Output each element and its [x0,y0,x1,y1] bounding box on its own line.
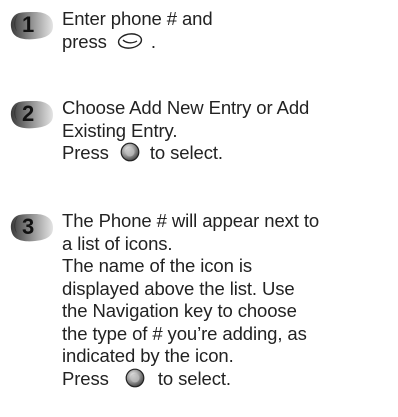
step-line: Enter phone # and [62,8,213,29]
step-line-prefix: Press [62,367,109,389]
step-line: the Navigation key to choose [62,300,297,321]
instruction-page: { "steps": [ { "number": "1", "line1": "… [0,0,398,417]
step-line-suffix: to select. [149,142,223,163]
step-line-prefix: Press [62,142,109,163]
step-number-badge: 2 [9,99,53,130]
select-key-icon [120,142,140,162]
step-line: Existing Entry. [62,119,178,141]
send-key-icon [117,32,143,50]
step-line: displayed above the list. Use [62,277,295,299]
step-line-prefix: press [62,30,107,52]
step-text: Choose Add New Entry or Add Existing Ent… [62,97,394,165]
select-key-icon [125,368,145,388]
step-number-badge: 1 [9,10,53,41]
step-line: Choose Add New Entry or Add [62,97,310,118]
step-line: a list of icons. [62,232,173,254]
step-line: Press to select. [62,142,394,165]
step-number-badge: 3 [9,212,53,243]
step-line: Press to select. [62,368,394,391]
step-number: 2 [22,101,35,126]
step-line-suffix: to select. [157,367,231,389]
step-number: 3 [22,214,35,239]
step-line: The name of the icon is [62,255,252,276]
step-line: The Phone # will appear next to [62,210,320,231]
step-line: the type of # you’re adding, as [62,322,307,344]
step-text: Enter phone # and press . [62,8,394,53]
step-line-suffix: . [150,30,156,52]
step-number: 1 [22,12,35,37]
step-line: indicated by the icon. [62,345,234,366]
step-text: The Phone # will appear next to a list o… [62,210,394,390]
step-line: press . [62,31,394,54]
